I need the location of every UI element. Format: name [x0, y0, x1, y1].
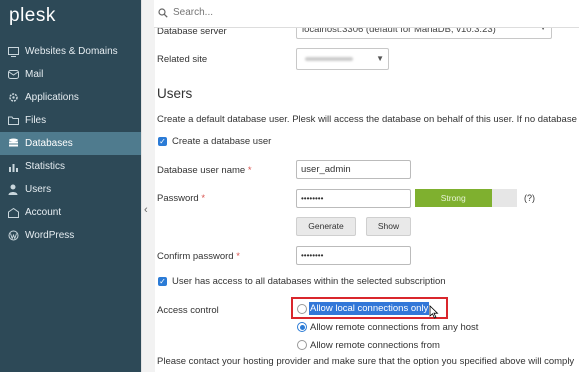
sidebar-item-account[interactable]: Account	[0, 201, 141, 224]
username-input[interactable]: user_admin	[296, 160, 411, 179]
radio-remote-any-host[interactable]	[297, 322, 307, 332]
sidebar-collapse-toggle[interactable]: ‹	[141, 0, 155, 372]
sidebar-item-statistics[interactable]: Statistics	[0, 155, 141, 178]
user-icon	[7, 184, 19, 196]
password-strength-meter: Strong	[415, 189, 517, 207]
radio-remote-from[interactable]	[297, 340, 307, 350]
generate-button[interactable]: Generate	[296, 217, 356, 236]
access-control-label: Access control	[157, 305, 219, 316]
radio-local-only[interactable]	[297, 304, 307, 314]
gear-icon	[7, 92, 19, 104]
related-site-select[interactable]: ▼	[296, 48, 389, 70]
users-heading: Users	[157, 86, 193, 101]
sidebar-item-label: Files	[25, 115, 47, 126]
all-databases-access-label: User has access to all databases within …	[172, 276, 446, 287]
local-only-label: Allow local connections only	[309, 302, 430, 315]
related-site-label: Related site	[157, 54, 208, 65]
plesk-logo[interactable]: plesk	[9, 5, 56, 27]
password-help-icon[interactable]: (?)	[524, 193, 535, 203]
remote-from-label: Allow remote connections from	[310, 340, 440, 351]
monitor-icon	[7, 46, 19, 58]
database-icon	[7, 138, 19, 150]
password-input[interactable]: ••••••••	[296, 189, 411, 208]
sidebar-item-label: Websites & Domains	[25, 46, 118, 57]
sidebar-item-applications[interactable]: Applications	[0, 86, 141, 109]
account-icon	[7, 207, 19, 219]
create-user-checkbox[interactable]: ✓	[158, 137, 167, 146]
sidebar-item-wordpress[interactable]: WordPress	[0, 224, 141, 247]
chevron-down-icon: ▼	[376, 54, 384, 63]
show-button[interactable]: Show	[366, 217, 411, 236]
sidebar-nav: Websites & Domains Mail Applications Fil…	[0, 40, 141, 247]
wordpress-icon	[7, 230, 19, 242]
sidebar-item-databases[interactable]: Databases	[0, 132, 141, 155]
sidebar: plesk Websites & Domains Mail Applicatio…	[0, 0, 141, 372]
confirm-password-label: Confirm password *	[157, 251, 240, 262]
all-databases-access-checkbox[interactable]: ✓	[158, 277, 167, 286]
sidebar-item-label: Applications	[25, 92, 79, 103]
password-strength-fill: Strong	[415, 189, 492, 207]
users-description: Create a default database user. Plesk wi…	[157, 114, 579, 125]
password-label: Password *	[157, 193, 206, 204]
search-input[interactable]	[171, 6, 475, 19]
footer-note: Please contact your hosting provider and…	[157, 356, 575, 367]
sidebar-item-label: Mail	[25, 69, 44, 80]
folder-icon	[7, 115, 19, 127]
chevron-left-icon: ‹	[144, 204, 148, 216]
sidebar-item-label: Statistics	[25, 161, 66, 172]
sidebar-item-label: Users	[25, 184, 52, 195]
username-label: Database user name *	[157, 165, 252, 176]
sidebar-item-label: Account	[25, 207, 62, 218]
sidebar-item-label: Databases	[25, 138, 73, 149]
blurred-site-value	[305, 57, 353, 61]
create-user-label: Create a database user	[172, 136, 272, 147]
mail-icon	[7, 69, 19, 81]
mouse-cursor-icon	[429, 305, 440, 322]
sidebar-item-label: WordPress	[25, 230, 75, 241]
confirm-password-input[interactable]: ••••••••	[296, 246, 411, 265]
sidebar-item-users[interactable]: Users	[0, 178, 141, 201]
sidebar-item-websites-domains[interactable]: Websites & Domains	[0, 40, 141, 63]
remote-any-host-label: Allow remote connections from any host	[310, 322, 479, 333]
bar-chart-icon	[7, 161, 19, 173]
main-content: Database server localhost:3306 (default …	[157, 0, 579, 372]
sidebar-item-files[interactable]: Files	[0, 109, 141, 132]
search-icon	[158, 8, 168, 21]
top-bar	[154, 0, 579, 28]
sidebar-item-mail[interactable]: Mail	[0, 63, 141, 86]
